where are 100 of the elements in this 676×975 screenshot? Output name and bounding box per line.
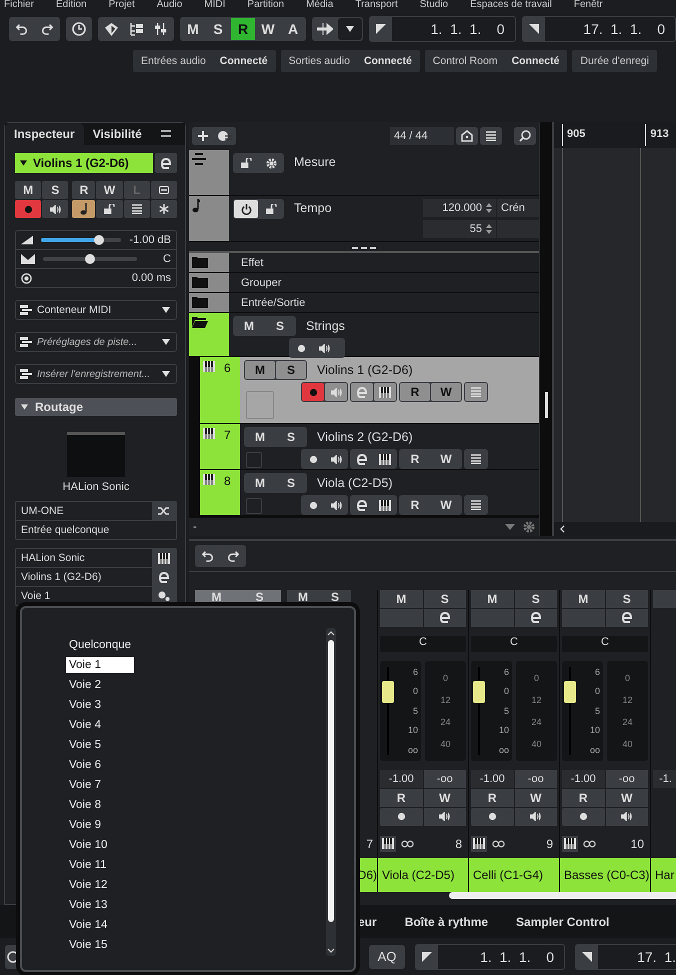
write-button[interactable]: W [431,383,461,401]
tempo-mode-field[interactable]: Crén [497,199,539,217]
instrument-track-row[interactable]: 6 M S Violins 1 (G2-D6) R W [189,357,539,424]
container-dropdown[interactable]: Conteneur MIDI [15,300,177,320]
menu-option[interactable]: Voie 13 [66,895,134,915]
solo-button[interactable]: S [276,361,306,379]
resize-handle[interactable] [352,247,376,251]
fader-handle[interactable] [564,680,576,703]
volume-fader[interactable]: 6 0 5 10 oo [380,660,421,761]
solo-button[interactable]: S [514,590,557,608]
instrument-track-row[interactable]: 8 M S Viola (C2-D5) R W [189,470,539,516]
mute-label[interactable]: M [287,590,319,604]
caret-icon[interactable] [505,524,515,530]
right-locator-field[interactable]: 17. 1. 1. 0 [522,16,676,42]
settings-icon[interactable] [523,520,535,533]
numeric-value[interactable]: 55 [470,223,482,235]
input-channel-dropdown[interactable]: Entrée quelconque [16,521,176,539]
note-button[interactable] [72,200,96,218]
instrument-button[interactable] [152,549,176,567]
track-picture-slot[interactable] [246,498,262,514]
read-button[interactable]: R [471,788,514,807]
volume-value[interactable]: -1. [653,770,676,788]
power-button[interactable] [234,200,258,218]
preset-dropdown[interactable]: Insérer l'enregistrement... [15,364,177,384]
dropdown-button[interactable] [338,18,362,40]
channel-header[interactable]: M S [195,590,281,604]
fader-handle[interactable] [382,680,394,703]
right-locator-field[interactable]: 17. 1. [575,944,676,970]
edit-button[interactable] [606,608,648,627]
menu-option[interactable]: Voie 3 [66,695,134,715]
volume-value[interactable]: -1.00 [562,770,604,788]
spinner-arrows-icon[interactable] [486,224,492,234]
menu-scrollbar[interactable] [326,628,336,956]
instrument-button[interactable] [562,836,578,852]
write-button[interactable]: W [606,788,648,807]
peak-value[interactable]: -oo [424,770,466,788]
peak-value[interactable]: -oo [606,770,648,788]
track-picture-slot[interactable] [246,452,262,468]
channel-name[interactable]: Celli (C1-G4) [469,858,559,892]
volume-value[interactable]: -1.00 [471,770,514,788]
lane-button[interactable] [150,181,177,199]
menu-option[interactable]: Voie 9 [66,815,134,835]
instrument-track-row[interactable]: 7 M S Violins 2 (G2-D6) R W [189,424,539,470]
solo-label[interactable]: S [238,590,281,604]
output-track-dropdown[interactable]: Violins 1 (G2-D6) [16,568,152,586]
mute-button[interactable]: M [245,361,275,379]
link-icon[interactable] [401,840,414,848]
menu-option[interactable]: Voie 4 [66,715,134,735]
scroll-down-icon[interactable] [327,948,335,953]
folder-track-row[interactable]: Effet [189,253,539,273]
menu-item[interactable]: Studio [420,0,448,12]
menu-item[interactable]: MIDI [204,0,226,12]
menu-option[interactable]: Voie 14 [66,915,134,935]
monitor-button[interactable] [42,200,68,218]
instrument-button[interactable] [471,836,487,852]
solo-label[interactable]: S [319,590,351,604]
menu-option[interactable]: Voie 8 [66,795,134,815]
track-toggle[interactable]: R [72,181,96,199]
read-button[interactable]: R [400,383,430,401]
list-button[interactable] [124,200,150,218]
menu-item[interactable]: Fichier [4,0,34,12]
preset-dropdown[interactable]: Préréglages de piste... [15,332,177,352]
link-icon[interactable] [583,840,596,848]
folder-track-row[interactable]: Entrée/Sortie [189,293,539,313]
solo-button[interactable]: S [424,590,466,608]
record-button[interactable] [380,808,422,826]
volume-fader[interactable]: 6 0 5 10 oo [562,660,603,761]
instrument-button[interactable] [380,836,396,852]
pan-control[interactable]: C [471,636,557,652]
track-row[interactable]: Tempo 120.000 Crén 55 [189,196,539,242]
pan-control[interactable]: C [562,636,648,652]
menu-item[interactable]: Fenêtr [574,0,603,12]
folder-track-row[interactable]: Grouper [189,273,539,293]
solo-button[interactable]: S [606,590,648,608]
menu-item[interactable]: Projet [108,0,135,12]
menu-item[interactable]: Edition [56,0,87,12]
link-icon[interactable] [492,840,505,848]
spinner-arrows-icon[interactable] [486,203,492,213]
channel-dropdown[interactable]: Voie 1 [16,587,152,605]
channel-name[interactable]: Basses (C0-C3) [560,858,650,892]
left-locator-field[interactable]: 1. 1. 1. 0 [415,944,565,970]
menu-item[interactable]: Transport [355,0,398,12]
menu-option[interactable]: Voie 5 [66,735,134,755]
left-locator-field[interactable]: 1. 1. 1. 0 [369,16,516,42]
menu-item[interactable]: Partition [247,0,284,12]
edit-button[interactable] [424,608,466,627]
peak-value[interactable]: -oo [514,770,557,788]
track-toggle[interactable]: S [42,181,68,199]
record-button[interactable] [471,808,514,826]
menu-option[interactable]: Voie 10 [66,835,134,855]
record-button[interactable] [562,808,604,826]
scroll-up-icon[interactable] [327,631,335,636]
track-picture-slot[interactable] [246,391,274,419]
pan-control[interactable]: C [380,636,466,652]
menu-item[interactable]: Média [306,0,334,12]
volume-slider[interactable] [40,238,122,242]
monitor-button[interactable] [514,808,557,826]
menu-icon[interactable] [160,130,171,138]
write-button[interactable]: W [424,788,466,807]
midi-input-dropdown[interactable]: UM-ONE [16,502,152,520]
